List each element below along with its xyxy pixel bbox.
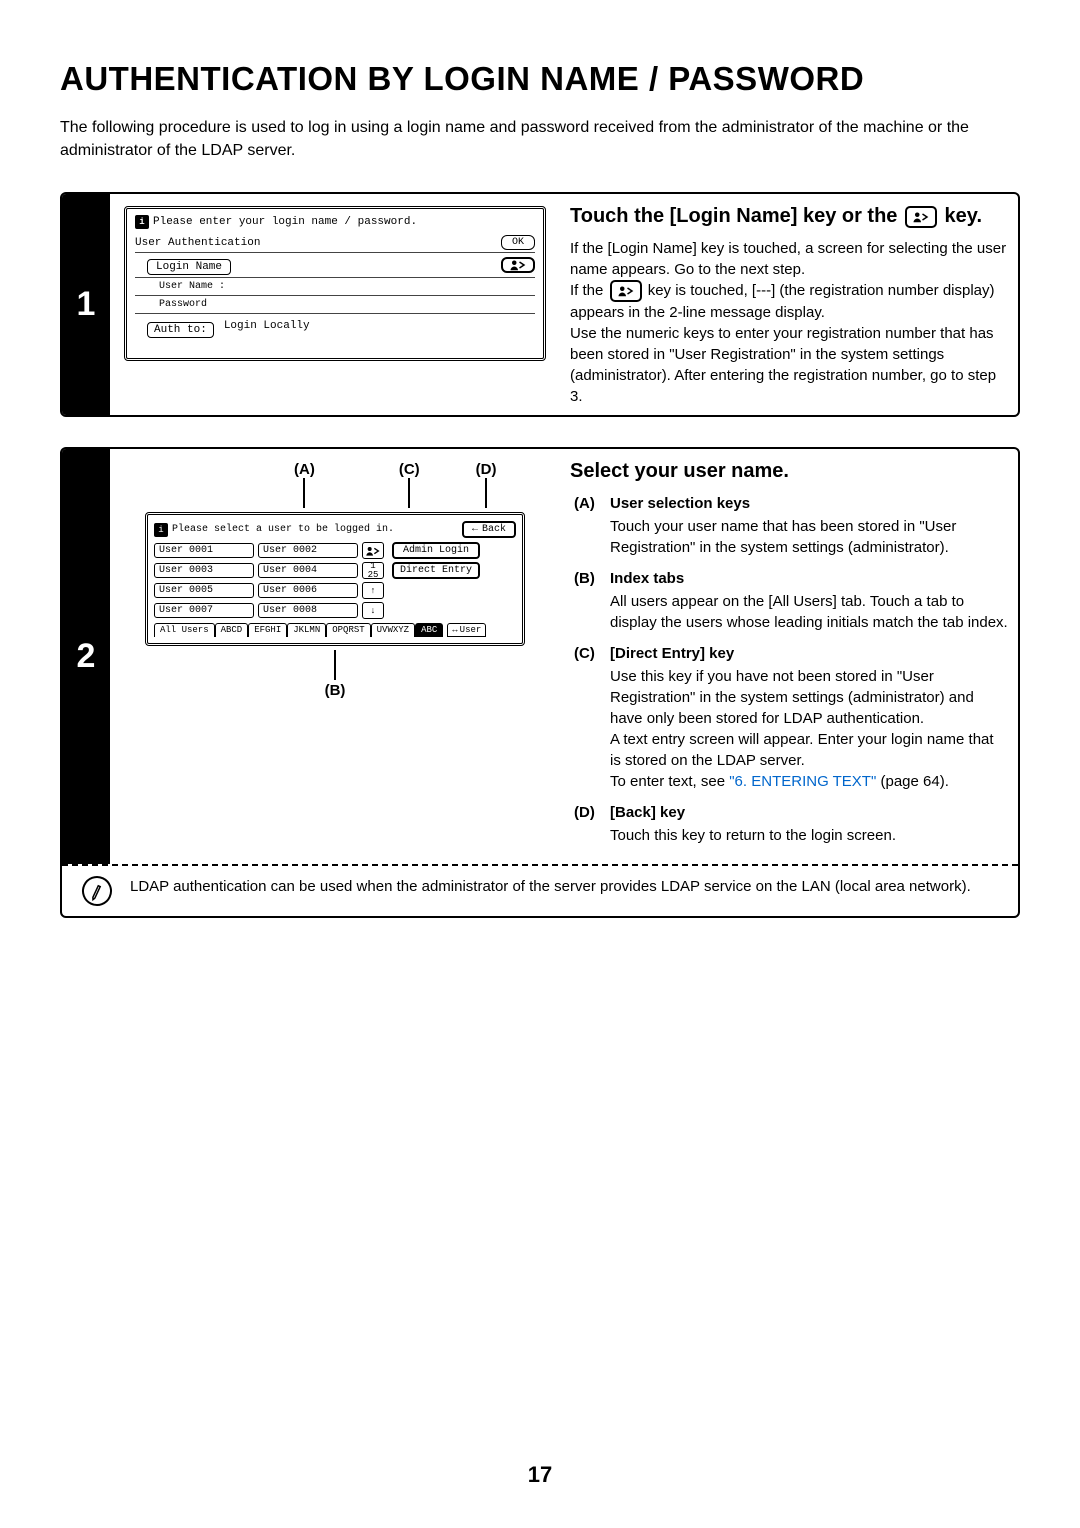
callouts-top: (A) (C) (D) — [124, 461, 546, 508]
scroll-down-button[interactable]: ↓ — [362, 602, 384, 619]
ldap-note: LDAP authentication can be used when the… — [62, 876, 1018, 916]
back-button[interactable]: Back — [462, 521, 516, 538]
page-title: AUTHENTICATION BY LOGIN NAME / PASSWORD — [60, 60, 1020, 98]
desc-a: (A) User selection keys Touch your user … — [574, 493, 1008, 558]
user-number-key-small[interactable] — [362, 542, 384, 559]
index-tabs: All Users ABCD EFGHI JKLMN OPQRST UVWXYZ… — [154, 623, 516, 637]
scroll-up-button[interactable]: ↑ — [362, 582, 384, 599]
entering-text-link[interactable]: "6. ENTERING TEXT" — [729, 773, 876, 790]
user-key[interactable]: User 0008 — [258, 603, 358, 618]
info-icon: i — [135, 215, 149, 229]
step-1: 1 i Please enter your login name / passw… — [60, 192, 1020, 417]
direct-entry-button[interactable]: Direct Entry — [392, 562, 480, 579]
user-key-icon — [509, 259, 527, 271]
step2-heading: Select your user name. — [570, 459, 1008, 483]
pencil-note-icon — [78, 872, 116, 910]
desc-d: (D) [Back] key Touch this key to return … — [574, 802, 1008, 846]
note-divider — [62, 864, 1018, 866]
page-indicator: 1 25 — [362, 562, 384, 579]
toggle-arrow-icon — [452, 625, 457, 635]
tab-abcd[interactable]: ABCD — [215, 623, 249, 637]
user-key[interactable]: User 0001 — [154, 543, 254, 558]
tab-jklmn[interactable]: JKLMN — [287, 623, 326, 637]
login-name-key[interactable]: Login Name — [147, 259, 231, 275]
desc-b: (B) Index tabs All users appear on the [… — [574, 568, 1008, 633]
step2-screenshot: i Please select a user to be logged in. … — [145, 512, 525, 646]
user-key-icon-inline-2 — [610, 280, 642, 302]
step1-screenshot: i Please enter your login name / passwor… — [124, 206, 546, 361]
step2-prompt: Please select a user to be logged in. — [172, 524, 394, 535]
tab-opqrst[interactable]: OPQRST — [326, 623, 370, 637]
page-number: 17 — [0, 1462, 1080, 1488]
tab-efghi[interactable]: EFGHI — [248, 623, 287, 637]
user-key-icon-inline — [905, 206, 937, 228]
user-name-sep: : — [219, 281, 225, 292]
step1-body1: If the [Login Name] key is touched, a sc… — [570, 238, 1008, 280]
user-number-key[interactable] — [501, 257, 535, 273]
desc-c-link-line: To enter text, see "6. ENTERING TEXT" (p… — [610, 771, 1008, 792]
admin-login-button[interactable]: Admin Login — [392, 542, 480, 559]
user-key[interactable]: User 0002 — [258, 543, 358, 558]
step1-heading: Touch the [Login Name] key or the key. — [570, 204, 1008, 228]
desc-c: (C) [Direct Entry] key Use this key if y… — [574, 643, 1008, 792]
step-2-number: 2 — [62, 449, 110, 864]
step1-prompt: Please enter your login name / password. — [153, 216, 417, 228]
password-label: Password — [159, 299, 207, 310]
auth-to-key[interactable]: Auth to: — [147, 322, 214, 338]
step-2: 2 (A) (C) (D) i Please select a user to … — [60, 447, 1020, 918]
intro-text: The following procedure is used to log i… — [60, 116, 1020, 162]
user-key[interactable]: User 0004 — [258, 563, 358, 578]
back-arrow-icon — [472, 524, 478, 535]
user-key[interactable]: User 0005 — [154, 583, 254, 598]
callout-b: (B) — [325, 650, 346, 699]
user-key[interactable]: User 0006 — [258, 583, 358, 598]
info-icon: i — [154, 523, 168, 537]
auth-target: Login Locally — [224, 320, 310, 332]
user-key[interactable]: User 0003 — [154, 563, 254, 578]
step1-body2: If the key is touched, [---] (the regist… — [570, 280, 1008, 323]
user-name-label: User Name — [159, 281, 213, 292]
tab-uvwxyz[interactable]: UVWXYZ — [371, 623, 415, 637]
step1-body3: Use the numeric keys to enter your regis… — [570, 323, 1008, 407]
ok-button[interactable]: OK — [501, 235, 535, 250]
user-key[interactable]: User 0007 — [154, 603, 254, 618]
auth-label: User Authentication — [135, 237, 260, 249]
tab-abc-dark[interactable]: ABC — [415, 623, 443, 637]
user-toggle[interactable]: User — [447, 623, 486, 637]
step-1-number: 1 — [62, 194, 110, 415]
tab-all-users[interactable]: All Users — [154, 623, 215, 637]
